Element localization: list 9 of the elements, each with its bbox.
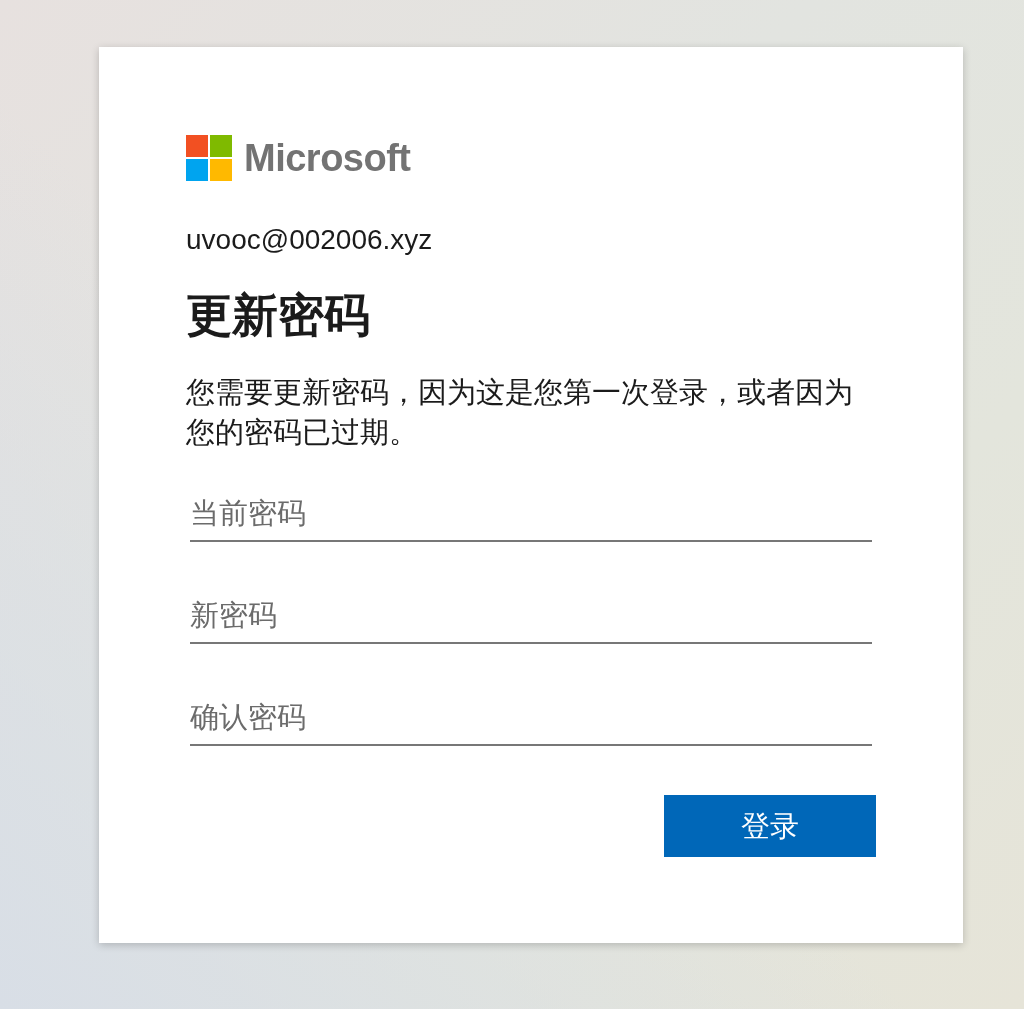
four-color-squares-icon (186, 135, 232, 181)
password-field[interactable]: 新密码 (190, 584, 872, 644)
logo-wordmark: Microsoft (244, 136, 411, 181)
password-field[interactable]: 当前密码 (190, 482, 872, 542)
description-text: 您需要更新密码，因为这是您第一次登录，或者因为您的密码已过期。 (186, 375, 854, 450)
account-email: uvooc@002006.xyz (186, 224, 433, 255)
password-field[interactable]: 确认密码 (190, 686, 872, 746)
page-title: 更新密码 (186, 288, 371, 343)
sign-in-button[interactable]: 登录 (664, 795, 876, 857)
